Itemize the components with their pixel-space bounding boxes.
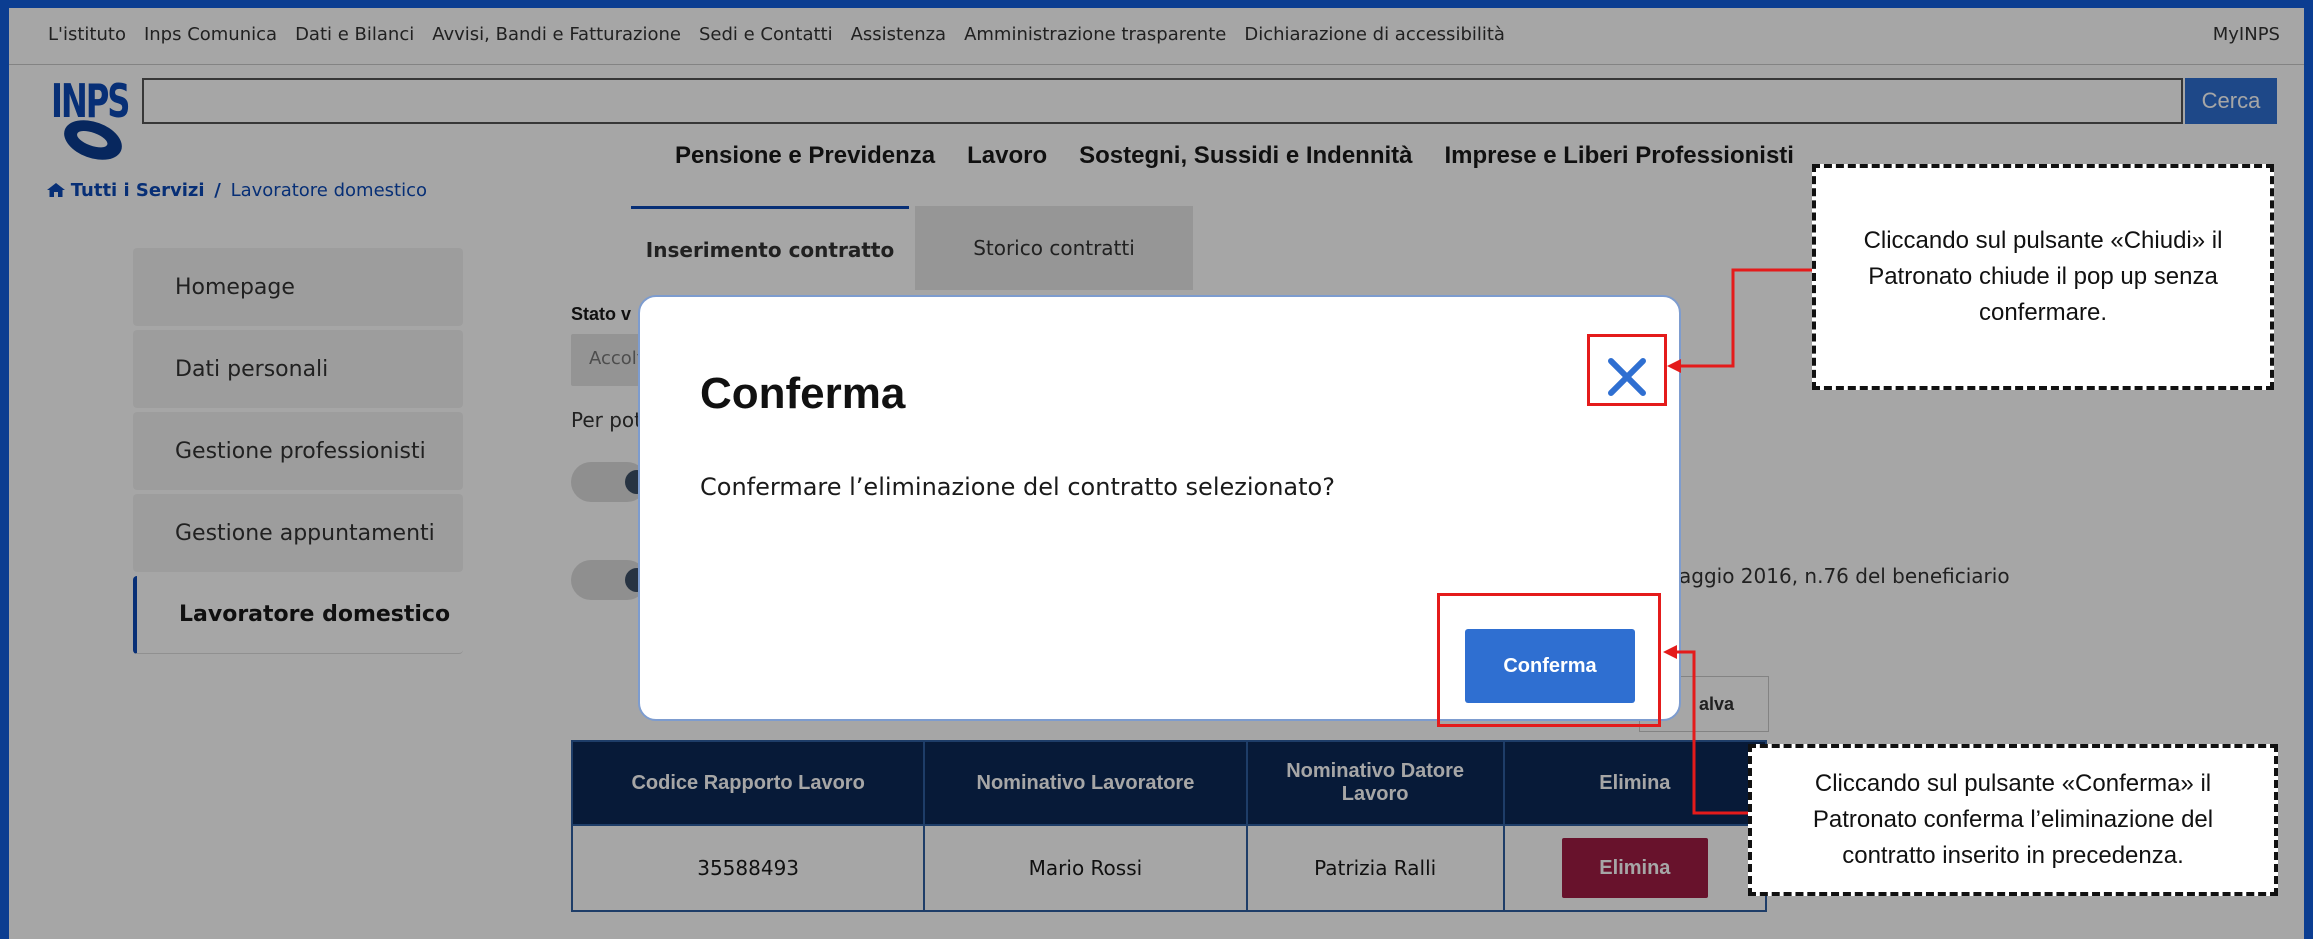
- confirm-highlight-box: [1437, 593, 1661, 727]
- confirm-callout-text: Cliccando sul pulsante «Conferma» il Pat…: [1812, 770, 2214, 869]
- close-highlight-box: [1587, 334, 1667, 406]
- dialog-title: Conferma: [700, 369, 906, 418]
- dialog-message: Confermare l’eliminazione del contratto …: [700, 473, 1335, 501]
- close-callout-text: Cliccando sul pulsante «Chiudi» il Patro…: [1863, 227, 2223, 326]
- confirm-callout: Cliccando sul pulsante «Conferma» il Pat…: [1748, 744, 2278, 896]
- screenshot-frame: L'istituto Inps Comunica Dati e Bilanci …: [9, 8, 2304, 939]
- close-callout: Cliccando sul pulsante «Chiudi» il Patro…: [1812, 164, 2274, 390]
